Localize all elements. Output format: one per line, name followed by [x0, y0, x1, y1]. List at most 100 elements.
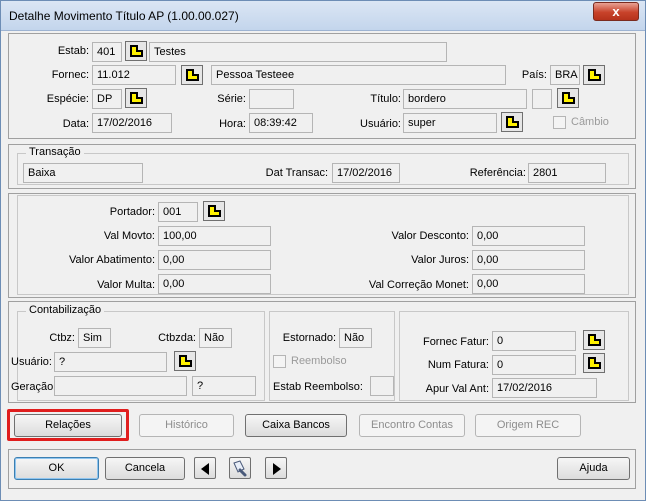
transacao-field[interactable]: Baixa: [23, 163, 143, 183]
reembolso-label: Reembolso: [291, 355, 347, 367]
geracao-label: Geração:: [11, 381, 57, 393]
geracao-extra-field[interactable]: ?: [192, 376, 256, 396]
zoom-icon: [588, 357, 601, 369]
titulo-zoom-button[interactable]: [557, 88, 579, 108]
apur-val-ant-field[interactable]: 17/02/2016: [492, 378, 597, 398]
usuario-zoom-button[interactable]: [501, 112, 523, 132]
fornec-label: Fornec:: [51, 69, 89, 81]
close-button[interactable]: x: [593, 2, 639, 21]
num-fatura-label: Num Fatura:: [427, 359, 489, 371]
estab-name-field[interactable]: Testes: [149, 42, 447, 62]
cambio-label: Câmbio: [571, 116, 609, 128]
cambio-checkbox[interactable]: [553, 116, 566, 129]
especie-label: Espécie:: [46, 93, 89, 105]
zoom-icon: [588, 69, 601, 81]
pais-zoom-button[interactable]: [583, 65, 605, 85]
title-bar: Detalhe Movimento Título AP (1.00.00.027…: [1, 1, 645, 31]
dat-transac-label: Dat Transac:: [265, 167, 328, 179]
titulo-field[interactable]: bordero: [403, 89, 527, 109]
previous-button[interactable]: [194, 457, 216, 479]
val-desc-label: Valor Desconto:: [391, 230, 469, 242]
estab-reembolso-field[interactable]: [370, 376, 394, 396]
estab-label: Estab:: [57, 45, 89, 57]
hora-label: Hora:: [219, 118, 246, 130]
estornado-label: Estornado:: [282, 332, 336, 344]
portador-field[interactable]: 001: [158, 202, 198, 222]
portador-zoom-button[interactable]: [203, 201, 225, 221]
origem-rec-button[interactable]: Origem REC: [475, 414, 581, 437]
estab-code-field[interactable]: 401: [92, 42, 122, 62]
val-corr-field[interactable]: 0,00: [472, 274, 585, 294]
fornec-fatur-field[interactable]: 0: [492, 331, 576, 351]
contab-usuario-zoom-button[interactable]: [174, 351, 196, 371]
estab-zoom-button[interactable]: [125, 41, 147, 61]
hora-field[interactable]: 08:39:42: [249, 113, 313, 133]
val-movto-field[interactable]: 100,00: [158, 226, 271, 246]
zoom-icon: [130, 92, 143, 104]
dat-transac-field[interactable]: 17/02/2016: [332, 163, 400, 183]
contab-usuario-label: Usuário:: [11, 356, 52, 368]
transacao-legend: Transação: [26, 146, 84, 158]
num-fatura-field[interactable]: 0: [492, 355, 576, 375]
num-fatura-zoom-button[interactable]: [583, 353, 605, 373]
fornec-zoom-button[interactable]: [181, 65, 203, 85]
apur-val-ant-label: Apur Val Ant:: [425, 383, 489, 395]
flashlight-icon: [233, 460, 247, 477]
geracao-field[interactable]: [54, 376, 187, 396]
window-title: Detalhe Movimento Título AP (1.00.00.027…: [9, 9, 239, 23]
val-abat-label: Valor Abatimento:: [68, 254, 155, 266]
serie-label: Série:: [217, 93, 246, 105]
referencia-label: Referência:: [469, 167, 526, 179]
relacoes-button[interactable]: Relações: [14, 414, 122, 437]
contab-legend: Contabilização: [26, 304, 105, 316]
val-multa-field[interactable]: 0,00: [158, 274, 271, 294]
caixa-bancos-button[interactable]: Caixa Bancos: [245, 414, 347, 437]
ctbz-field[interactable]: Sim: [78, 328, 111, 348]
zoom-icon: [506, 116, 519, 128]
especie-zoom-button[interactable]: [125, 88, 147, 108]
fornec-fatur-zoom-button[interactable]: [583, 330, 605, 350]
usuario-label: Usuário:: [360, 118, 401, 130]
data-field[interactable]: 17/02/2016: [92, 113, 172, 133]
ajuda-button[interactable]: Ajuda: [557, 457, 630, 480]
pais-label: País:: [521, 69, 547, 81]
val-corr-label: Val Correção Monet:: [368, 279, 469, 291]
serie-field[interactable]: [249, 89, 294, 109]
arrow-right-icon: [273, 463, 281, 475]
val-juros-field[interactable]: 0,00: [472, 250, 585, 270]
zoom-icon: [186, 69, 199, 81]
estab-reembolso-label: Estab Reembolso:: [273, 381, 363, 393]
ctbz-label: Ctbz:: [49, 332, 75, 344]
cancela-button[interactable]: Cancela: [105, 457, 185, 480]
portador-label: Portador:: [109, 206, 155, 218]
ok-button[interactable]: OK: [14, 457, 99, 480]
ctbzda-field[interactable]: Não: [199, 328, 232, 348]
encontro-contas-button[interactable]: Encontro Contas: [359, 414, 465, 437]
val-juros-label: Valor Juros:: [411, 254, 469, 266]
contab-usuario-field[interactable]: ?: [54, 352, 167, 372]
zoom-icon: [562, 92, 575, 104]
titulo-extra-field[interactable]: [532, 89, 552, 109]
reembolso-checkbox[interactable]: [273, 355, 286, 368]
referencia-field[interactable]: 2801: [528, 163, 606, 183]
fornec-code-field[interactable]: 11.012: [92, 65, 176, 85]
titulo-label: Título:: [370, 93, 401, 105]
val-abat-field[interactable]: 0,00: [158, 250, 271, 270]
especie-field[interactable]: DP: [92, 89, 122, 109]
zoom-icon: [179, 355, 192, 367]
historico-button[interactable]: Histórico: [139, 414, 234, 437]
fornec-name-field[interactable]: Pessoa Testeee: [211, 65, 506, 85]
data-label: Data:: [62, 118, 89, 130]
goto-button[interactable]: [229, 457, 251, 479]
pais-field[interactable]: BRA: [550, 65, 580, 85]
val-desc-field[interactable]: 0,00: [472, 226, 585, 246]
arrow-left-icon: [201, 463, 209, 475]
val-movto-label: Val Movto:: [103, 230, 155, 242]
footer-panel: [8, 449, 636, 489]
estornado-field[interactable]: Não: [339, 328, 372, 348]
next-button[interactable]: [265, 457, 287, 479]
ctbzda-label: Ctbzda:: [158, 332, 196, 344]
usuario-field[interactable]: super: [403, 113, 497, 133]
val-multa-label: Valor Multa:: [97, 279, 155, 291]
fornec-fatur-label: Fornec Fatur:: [422, 336, 489, 348]
